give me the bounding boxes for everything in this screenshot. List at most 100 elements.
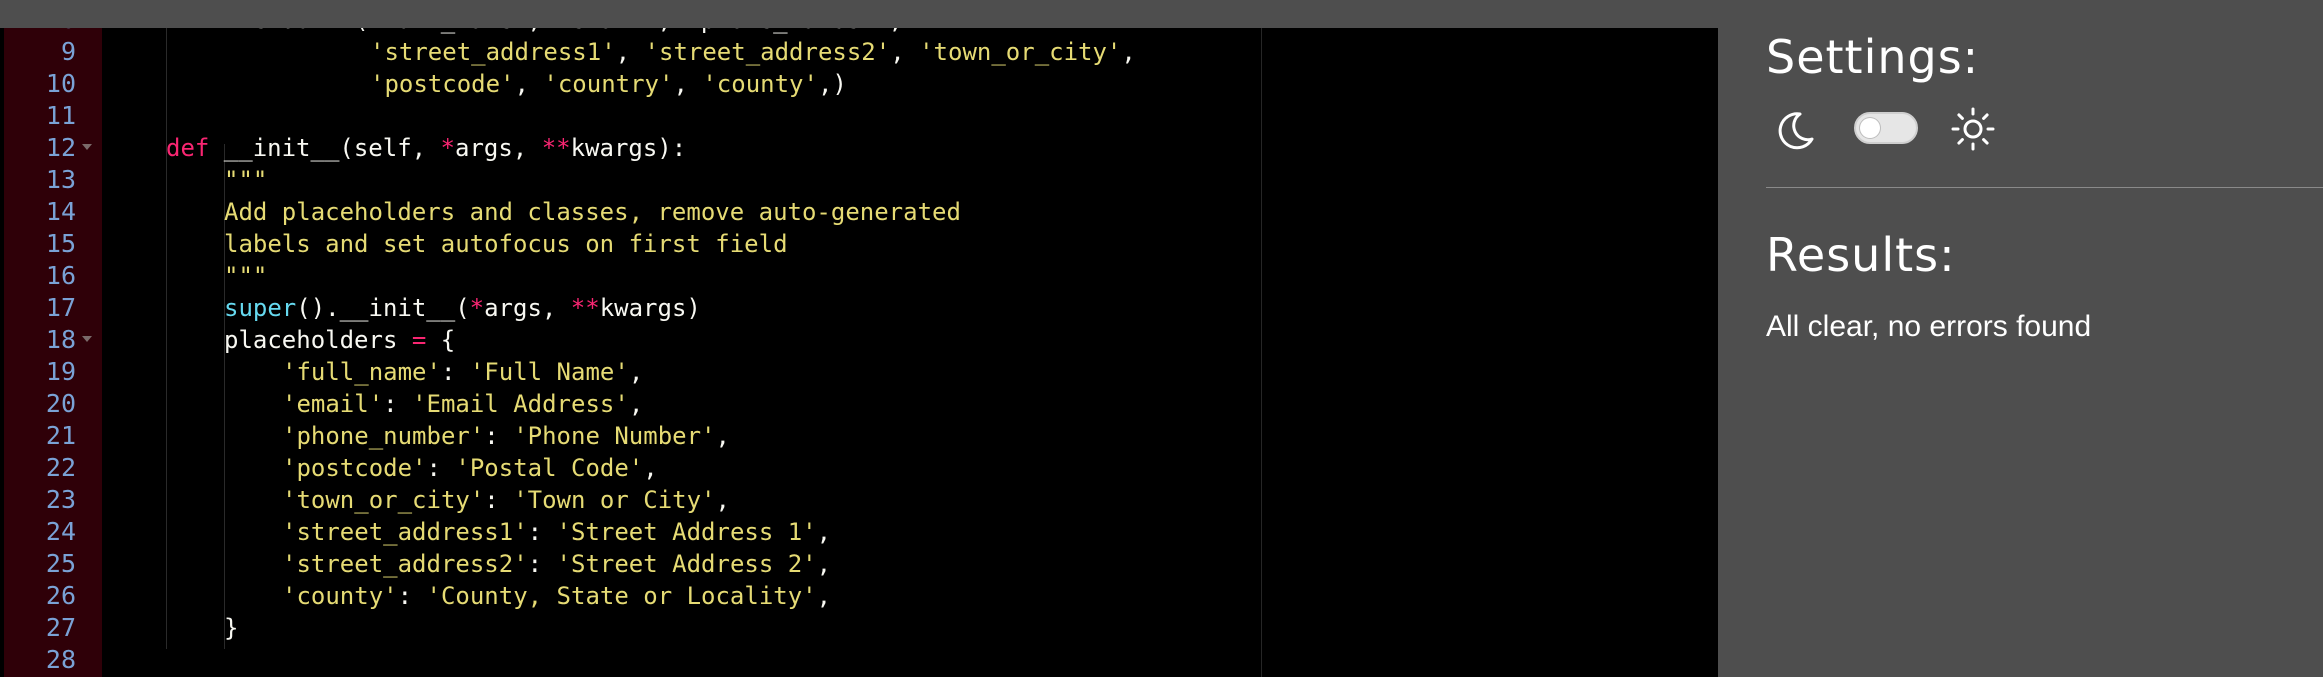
code-token: 'Phone Number': [513, 422, 716, 450]
line-number: 12: [45, 133, 76, 162]
result-message: All clear, no errors found: [1766, 310, 2092, 343]
code-line[interactable]: 13 """: [0, 164, 1718, 196]
code-line[interactable]: 19 'full_name': 'Full Name',: [0, 356, 1718, 388]
code-line[interactable]: 8 fields = ('full_name', 'email', 'phone_…: [0, 28, 1718, 36]
code-token: **: [570, 294, 600, 322]
results-title: Results:: [1766, 228, 1956, 282]
line-number: 10: [45, 69, 76, 98]
line-number: 20: [45, 389, 76, 418]
line-number: 27: [45, 613, 76, 642]
code-token: ,: [1121, 38, 1136, 66]
code-token: **: [541, 134, 571, 162]
code-line[interactable]: 17 super().__init__(*args, **kwargs): [0, 292, 1718, 324]
code-text: 'town_or_city': 'Town or City',: [282, 484, 730, 516]
code-line[interactable]: 24 'street_address1': 'Street Address 1',: [0, 516, 1718, 548]
moon-icon[interactable]: [1774, 108, 1818, 152]
code-token: :: [527, 518, 557, 546]
code-token: 'street_address1': [370, 38, 616, 66]
code-line[interactable]: 22 'postcode': 'Postal Code',: [0, 452, 1718, 484]
line-number: 9: [60, 37, 76, 66]
code-token: :: [383, 390, 413, 418]
code-token: 'full_name': [282, 358, 441, 386]
line-number: 24: [45, 517, 76, 546]
code-line[interactable]: 21 'phone_number': 'Phone Number',: [0, 420, 1718, 452]
code-token: ,: [816, 550, 832, 578]
code-line[interactable]: 10 'postcode', 'country', 'county',): [0, 68, 1718, 100]
code-token: 'Street Address 2': [556, 550, 817, 578]
code-token: ,: [890, 38, 920, 66]
code-token: 'Full Name': [469, 358, 629, 386]
code-line[interactable]: 20 'email': 'Email Address',: [0, 388, 1718, 420]
code-line[interactable]: 27}: [0, 612, 1718, 644]
line-number: 23: [45, 485, 76, 514]
code-text: 'full_name': 'Full Name',: [282, 356, 643, 388]
code-line[interactable]: 23 'town_or_city': 'Town or City',: [0, 484, 1718, 516]
code-text: 'street_address1': 'Street Address 1',: [282, 516, 831, 548]
theme-toggle[interactable]: [1854, 112, 1918, 144]
toggle-knob: [1860, 118, 1880, 138]
code-token: kwargs):: [570, 134, 687, 162]
code-token: ,: [628, 358, 644, 386]
line-number: 8: [4, 28, 76, 36]
code-text: """: [224, 164, 267, 196]
fold-arrow-icon[interactable]: [82, 336, 92, 342]
code-token: :: [440, 358, 470, 386]
code-text: placeholders = {: [224, 324, 455, 356]
code-token: ,: [715, 422, 730, 450]
sun-icon[interactable]: [1950, 106, 1996, 152]
code-token: 'postcode': [282, 454, 427, 482]
code-text: 'street_address2': 'Street Address 2',: [282, 548, 831, 580]
line-number: 11: [45, 101, 76, 130]
code-line[interactable]: 18 placeholders = {: [0, 324, 1718, 356]
line-number: 28: [45, 645, 76, 674]
code-text: Add placeholders and classes, remove aut…: [224, 196, 961, 228]
code-token: 'street_address2': [282, 550, 528, 578]
code-token: 'town_or_city': [919, 38, 1122, 66]
code-token: :: [527, 550, 557, 578]
code-token: """: [224, 166, 268, 194]
code-token: args,: [484, 294, 571, 322]
code-token: Add placeholders and classes, remove aut…: [224, 198, 961, 226]
code-token: 'country': [543, 70, 674, 98]
code-line[interactable]: 11: [0, 100, 1718, 132]
code-token: super: [224, 294, 297, 322]
code-token: ,): [817, 70, 847, 98]
code-token: :: [426, 454, 456, 482]
code-line[interactable]: 25 'street_address2': 'Street Address 2',: [0, 548, 1718, 580]
code-text: fields = ('full_name', 'email', 'phone_n…: [224, 28, 903, 36]
code-token: args,: [455, 134, 542, 162]
settings-panel: Settings: Results: All clear, no errors …: [1718, 0, 2323, 677]
code-token: labels and set autofocus on first field: [224, 230, 788, 258]
code-token: """: [224, 262, 268, 290]
line-number: 26: [45, 581, 76, 610]
code-token: 'Email Address': [412, 390, 629, 418]
code-line[interactable]: 26 'county': 'County, State or Locality',: [0, 580, 1718, 612]
code-token: 'phone_number': [282, 422, 485, 450]
code-line[interactable]: 12 def __init__(self, *args, **kwargs):: [0, 132, 1718, 164]
code-line[interactable]: 14 Add placeholders and classes, remove a…: [0, 196, 1718, 228]
code-editor[interactable]: 8 fields = ('full_name', 'email', 'phone_…: [0, 28, 1718, 677]
code-token: ,: [643, 454, 658, 482]
code-line[interactable]: 28: [0, 644, 1718, 676]
code-token: def: [166, 134, 210, 162]
code-token: __init__(self,: [209, 134, 441, 162]
code-token: fields = ('full_name', 'email', 'phone_n…: [224, 28, 903, 34]
line-number: 14: [45, 197, 76, 226]
code-token: ,: [715, 486, 730, 514]
code-token: 'county': [282, 582, 398, 610]
line-number: 18: [45, 325, 76, 354]
fold-arrow-icon[interactable]: [82, 144, 92, 150]
code-token: ,: [816, 518, 832, 546]
code-token: kwargs): [599, 294, 701, 322]
code-token: =: [411, 326, 427, 354]
code-token: ,: [514, 70, 544, 98]
line-number: 22: [45, 453, 76, 482]
code-line[interactable]: 9 'street_address1', 'street_address2', '…: [0, 36, 1718, 68]
line-number: 13: [45, 165, 76, 194]
line-number: 16: [45, 261, 76, 290]
code-token: ,: [816, 582, 832, 610]
code-line[interactable]: 16 """: [0, 260, 1718, 292]
code-line[interactable]: 15 labels and set autofocus on first fiel…: [0, 228, 1718, 260]
code-text: def __init__(self, *args, **kwargs):: [166, 132, 686, 164]
code-text: 'phone_number': 'Phone Number',: [282, 420, 730, 452]
